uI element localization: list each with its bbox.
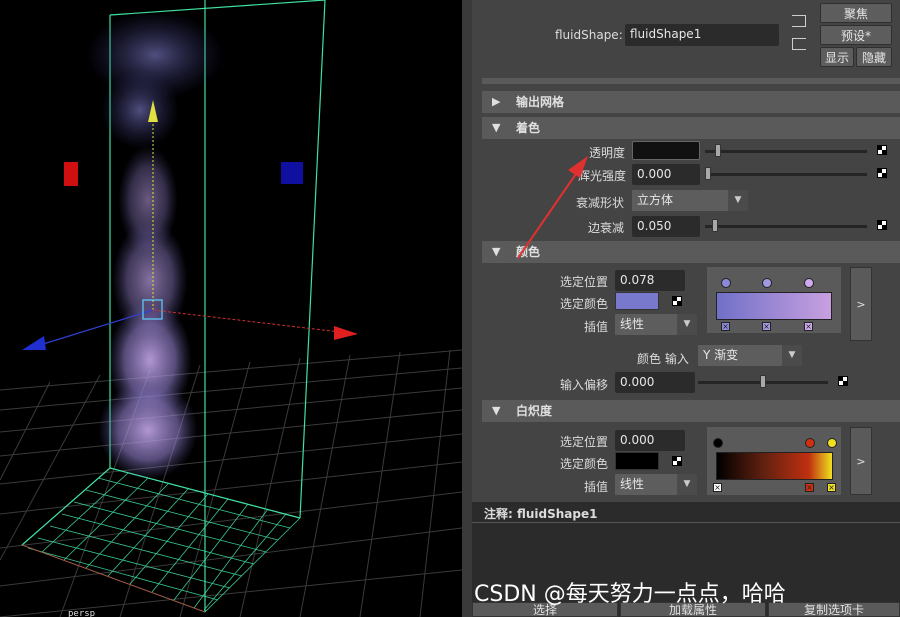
watermark-text: CSDN @每天努力一点点，哈哈 xyxy=(474,582,786,607)
annotation-arrow-line xyxy=(517,167,581,259)
annotation-arrow-head xyxy=(568,156,588,178)
annotation-overlay xyxy=(517,156,588,259)
